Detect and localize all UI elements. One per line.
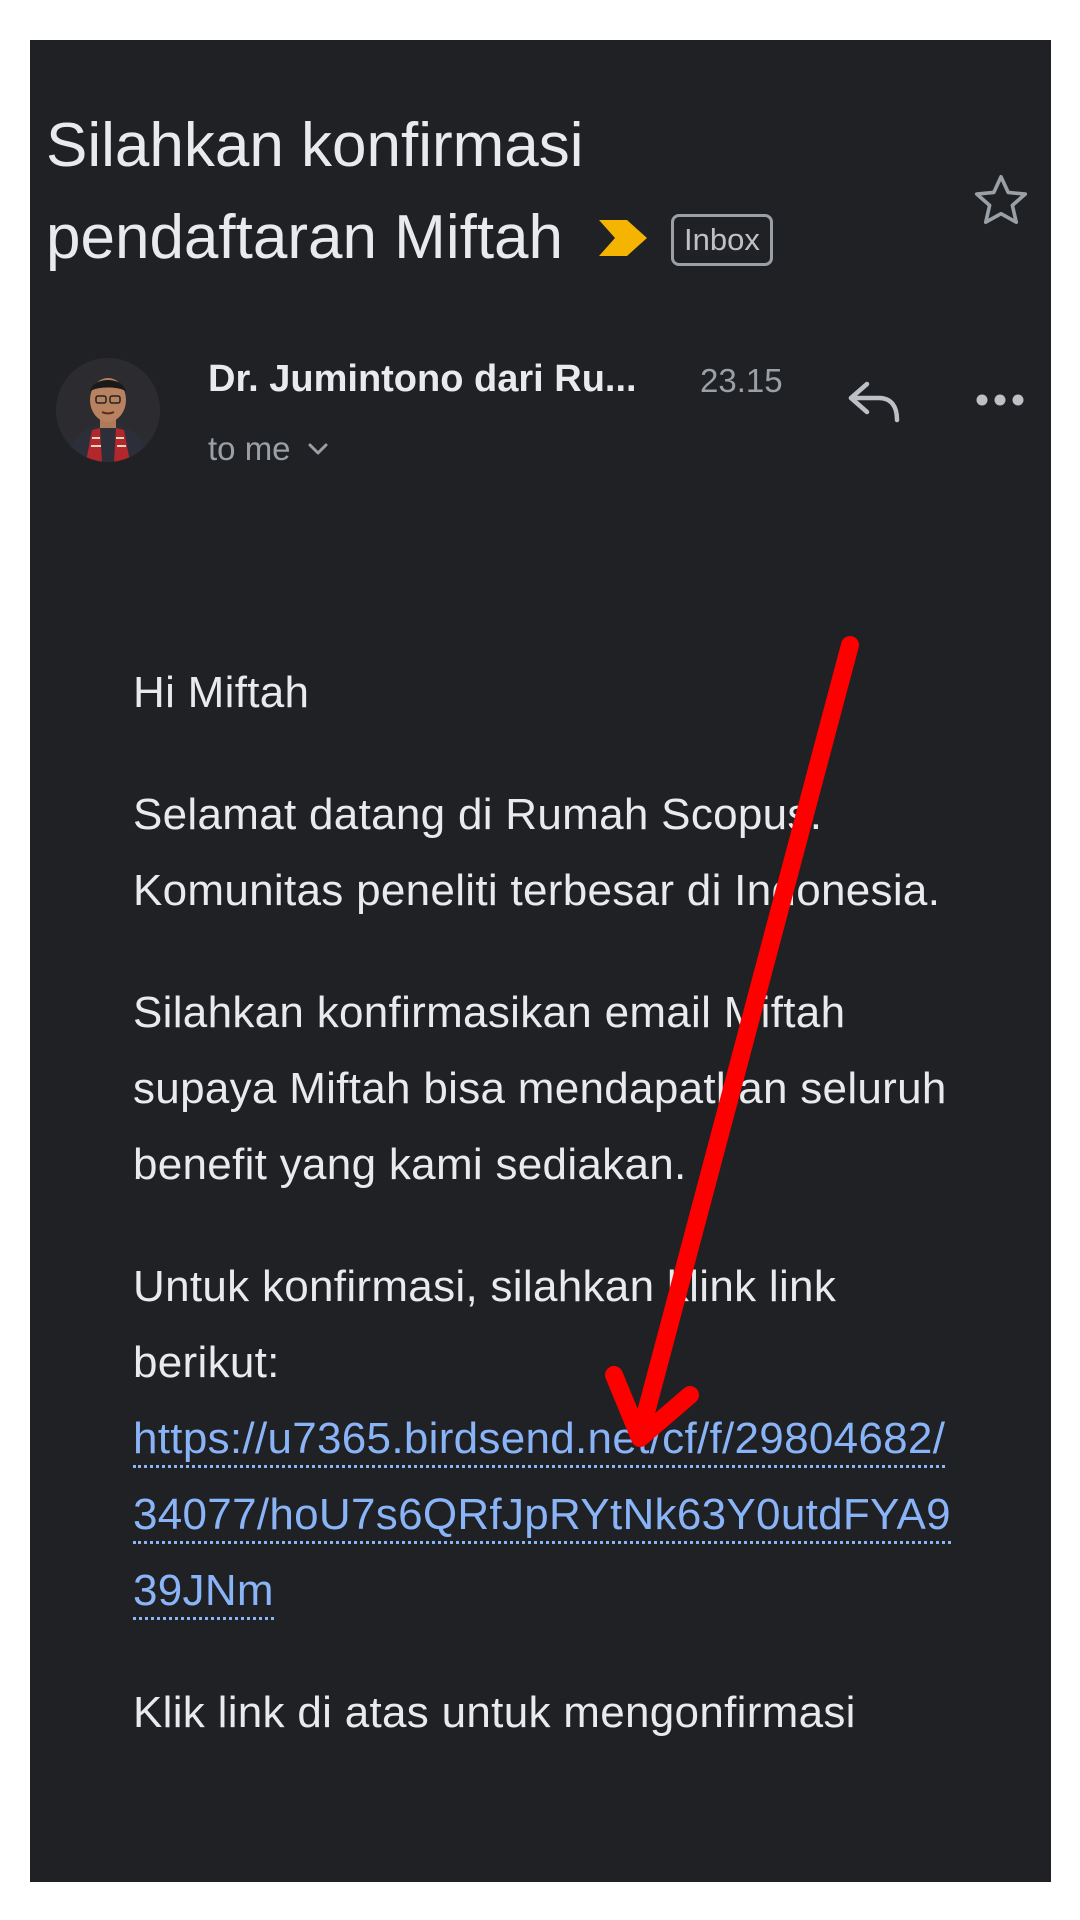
avatar-portrait <box>56 358 160 462</box>
label-important-icon[interactable] <box>597 216 651 260</box>
more-options-icon[interactable] <box>975 388 1025 412</box>
body-paragraph-4: Klik link di atas untuk mengonfirmasi <box>133 1688 856 1737</box>
email-time: 23.15 <box>700 362 783 399</box>
subject-line-2: pendaftaran Miftah <box>46 203 564 272</box>
body-paragraph-2: Silahkan konfirmasikan email Miftah supa… <box>133 988 947 1189</box>
inbox-label-chip[interactable]: Inbox <box>671 214 773 266</box>
sender-avatar[interactable] <box>56 358 160 462</box>
email-body: Hi Miftah Selamat datang di Rumah Scopus… <box>133 655 953 1797</box>
recipient-label: to me <box>208 430 291 467</box>
greeting: Hi Miftah <box>133 668 310 717</box>
body-paragraph-1: Selamat datang di Rumah Scopus. Komunita… <box>133 790 941 915</box>
subject-line-1: Silahkan konfirmasi <box>46 111 584 180</box>
recipient-toggle[interactable]: to me <box>208 430 329 468</box>
star-icon[interactable] <box>970 170 1032 232</box>
body-paragraph-3: Untuk konfirmasi, silahkan klink link be… <box>133 1262 837 1387</box>
email-view: Silahkan konfirmasi pendaftaran Miftah I… <box>30 40 1051 1882</box>
confirmation-link[interactable]: https://u7365.birdsend.net/cf/f/29804682… <box>133 1414 951 1620</box>
chevron-down-icon <box>308 443 328 455</box>
reply-icon[interactable] <box>845 378 903 426</box>
sender-name[interactable]: Dr. Jumintono dari Ru... <box>208 358 637 401</box>
email-subject: Silahkan konfirmasi pendaftaran Miftah I… <box>46 100 926 284</box>
